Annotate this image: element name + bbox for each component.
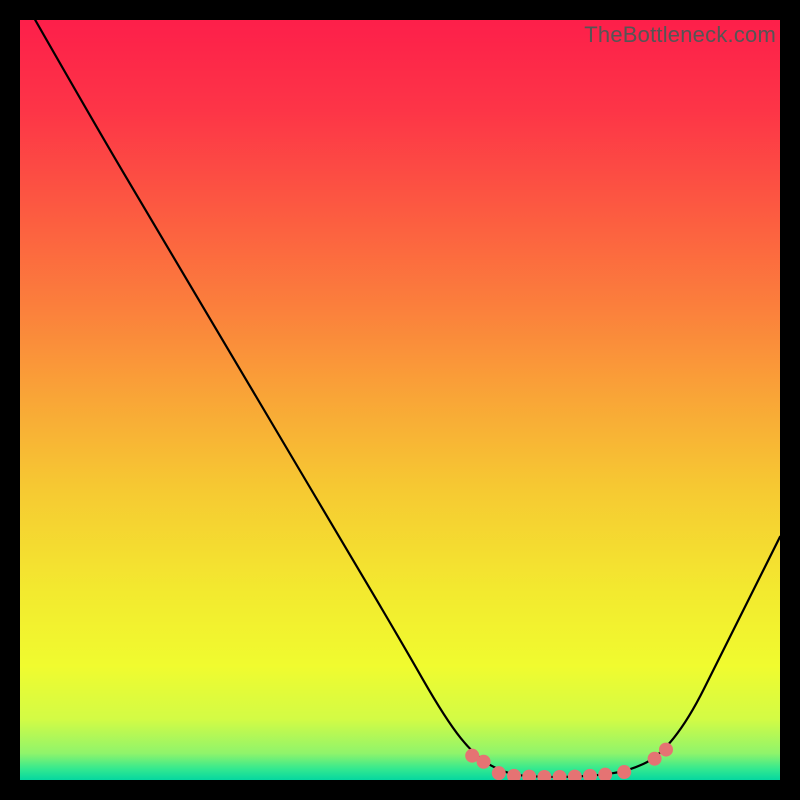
chart-frame: TheBottleneck.com	[20, 20, 780, 780]
marker-dot	[492, 766, 506, 780]
marker-dot	[648, 752, 662, 766]
chart-background	[20, 20, 780, 780]
marker-dot	[617, 765, 631, 779]
marker-dot	[477, 755, 491, 769]
bottleneck-chart	[20, 20, 780, 780]
marker-dot	[659, 743, 673, 757]
watermark-text: TheBottleneck.com	[584, 22, 776, 48]
